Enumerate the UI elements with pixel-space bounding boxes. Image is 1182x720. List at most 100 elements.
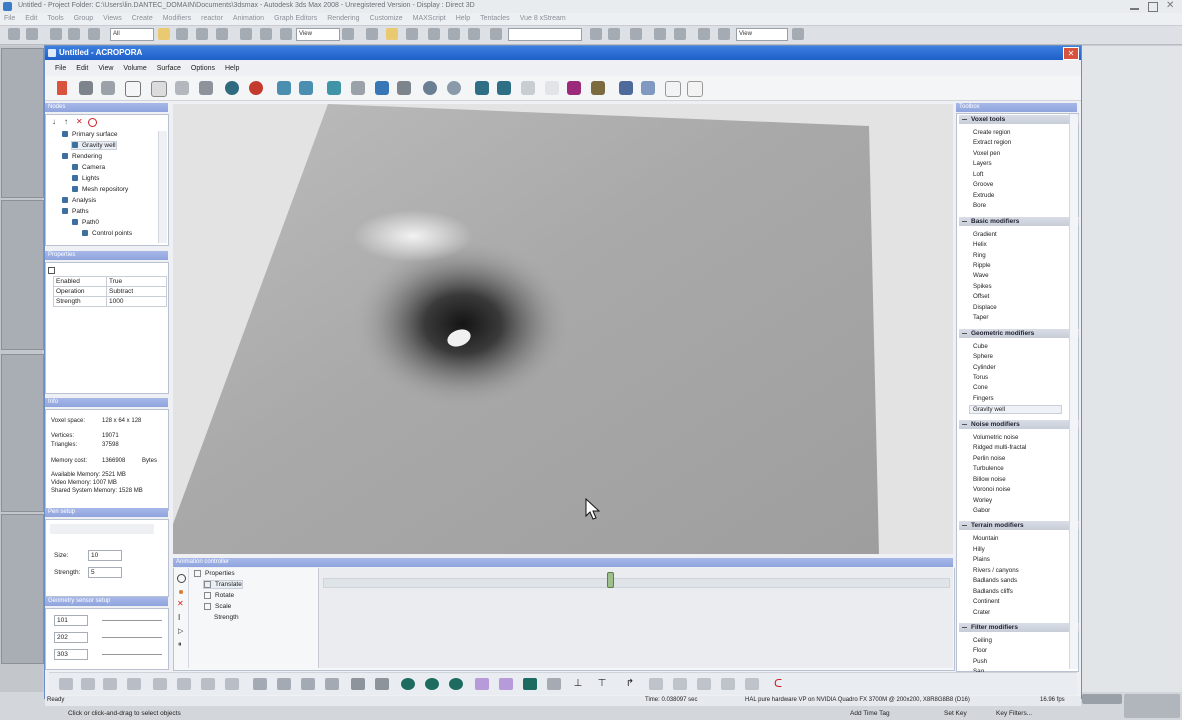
named-selection-dropdown[interactable] — [508, 28, 582, 41]
toolbox-item[interactable]: Cylinder — [973, 364, 996, 371]
toolbox-item[interactable]: Volumetric noise — [973, 434, 1018, 441]
key-filters-button[interactable]: Key Filters... — [996, 710, 1032, 717]
star-tool-2-icon[interactable] — [375, 678, 389, 690]
deform-tool-5-icon[interactable] — [153, 678, 167, 690]
toolbox-section-header[interactable]: Terrain modifiers — [959, 521, 1079, 531]
light-add-icon[interactable] — [423, 81, 437, 95]
render-type-dropdown[interactable]: View — [736, 28, 788, 41]
toolbox-item[interactable]: Continent — [973, 598, 1000, 605]
deform-tool-1-icon[interactable] — [59, 678, 73, 690]
spinner-snap-icon[interactable] — [448, 28, 460, 40]
sensor-value-1[interactable]: 101 — [54, 615, 88, 626]
toolbox-item[interactable]: Voronoi noise — [973, 486, 1011, 493]
selection-filter-dropdown[interactable]: All — [110, 28, 154, 41]
prop-row-enabled[interactable]: Enabled True — [53, 276, 167, 287]
tree-node[interactable]: Rendering — [62, 153, 102, 160]
toolbox-item[interactable]: Crater — [973, 609, 990, 616]
deform-tool-3-icon[interactable] — [103, 678, 117, 690]
edit-named-sets-icon[interactable] — [468, 28, 480, 40]
tree-node[interactable]: Camera — [72, 164, 105, 171]
select-by-name-icon[interactable] — [176, 28, 188, 40]
toolbox-item[interactable]: Extrude — [973, 192, 994, 199]
move-icon[interactable] — [240, 28, 252, 40]
menu-options[interactable]: Options — [191, 63, 215, 75]
tree-node[interactable]: Primary surface — [62, 131, 118, 138]
anchor-down-icon[interactable]: ⊥ — [571, 678, 585, 690]
host-menu-rendering[interactable]: Rendering — [327, 13, 359, 25]
toolbox-item[interactable]: Groove — [973, 181, 993, 188]
cube-wire-icon[interactable] — [125, 81, 141, 97]
timeline-playhead[interactable] — [607, 572, 614, 588]
expand-icon[interactable] — [204, 592, 211, 599]
toolbox-scrollbar[interactable] — [1069, 114, 1078, 669]
link-icon[interactable] — [50, 28, 62, 40]
sensor-value-2[interactable]: 202 — [54, 632, 88, 643]
mesh-solid-icon[interactable] — [199, 81, 213, 95]
material-editor-icon[interactable] — [698, 28, 710, 40]
mesh-tool-1-icon[interactable] — [475, 678, 489, 690]
toolbox-item[interactable]: Push — [973, 658, 987, 665]
star-tool-1-icon[interactable] — [351, 678, 365, 690]
toolbox-item[interactable]: Spikes — [973, 283, 992, 290]
delete-key-icon[interactable]: ✕ — [177, 600, 184, 608]
host-menu-maxscript[interactable]: MAXScript — [413, 13, 446, 25]
tree-node[interactable]: Lights — [72, 175, 99, 182]
prop-row-operation[interactable]: Operation Subtract — [53, 286, 167, 297]
axis-tool-4-icon[interactable] — [325, 678, 339, 690]
tree-node[interactable]: Paths — [62, 208, 89, 215]
pointer-tool-icon[interactable] — [57, 81, 67, 95]
toolbox-section-header[interactable]: Voxel tools — [959, 115, 1079, 124]
toolbox-item[interactable]: Worley — [973, 497, 992, 504]
animation-timeline[interactable] — [318, 568, 953, 668]
snap-icon[interactable] — [386, 28, 398, 40]
texture-icon[interactable] — [521, 81, 535, 95]
toolbox-section-header[interactable]: Filter modifiers — [959, 623, 1079, 632]
bind-icon[interactable] — [88, 28, 100, 40]
animation-tree-node[interactable]: Translate — [203, 579, 243, 590]
curve-editor-icon[interactable] — [654, 28, 666, 40]
collapse-icon[interactable] — [962, 525, 967, 527]
mesh-dense-icon[interactable] — [175, 81, 189, 95]
toolbox-item[interactable]: Create region — [973, 129, 1011, 136]
toolbox-item[interactable]: Gravity well — [969, 405, 1062, 415]
viewport-nav-controls[interactable] — [1124, 694, 1180, 718]
toolbox-item[interactable]: Helix — [973, 241, 987, 248]
toolbox-item[interactable]: Taper — [973, 314, 988, 321]
cut-icon[interactable] — [397, 81, 411, 95]
shape-tool-2-icon[interactable] — [425, 678, 439, 690]
set-key-button[interactable]: Set Key — [944, 710, 967, 717]
toolbox-item[interactable]: Gabor — [973, 507, 990, 514]
move-up-icon[interactable]: ↑ — [64, 118, 70, 126]
camera-add-icon[interactable] — [475, 81, 489, 95]
schematic-view-icon[interactable] — [674, 28, 686, 40]
text-cursor-icon[interactable]: I — [178, 614, 180, 622]
tree-node[interactable]: Path0 — [72, 219, 99, 226]
host-maximize-button[interactable] — [1148, 2, 1158, 12]
playback-controls[interactable] — [1082, 694, 1122, 704]
host-viewport-top[interactable] — [1, 48, 44, 198]
mesh-tool-2-icon[interactable] — [499, 678, 513, 690]
delete-node-icon[interactable]: ✕ — [76, 118, 84, 126]
align-icon[interactable] — [608, 28, 620, 40]
expand-icon[interactable] — [194, 570, 201, 577]
toolbox-item[interactable]: Bore — [973, 202, 986, 209]
toolbox-item[interactable]: Hilly — [973, 546, 985, 553]
graph-icon[interactable] — [665, 81, 681, 97]
toolbox-section-header[interactable]: Basic modifiers — [959, 216, 1079, 226]
sensor-slider-2[interactable] — [102, 637, 162, 638]
paint-icon[interactable] — [591, 81, 605, 95]
toolbox-section-header[interactable]: Noise modifiers — [959, 419, 1079, 429]
toolbox-item[interactable]: Wave — [973, 272, 989, 279]
sensor-slider-1[interactable] — [102, 620, 162, 621]
menu-edit[interactable]: Edit — [76, 63, 88, 75]
toolbox-section-header[interactable]: Geometric modifiers — [959, 328, 1079, 338]
select-manipulate-icon[interactable] — [366, 28, 378, 40]
toolbox-item[interactable]: Billow noise — [973, 476, 1006, 483]
host-menu-customize[interactable]: Customize — [370, 13, 403, 25]
light-point-icon[interactable] — [447, 81, 461, 95]
path-tool-4-icon[interactable] — [721, 678, 735, 690]
cube-shaded-icon[interactable] — [101, 81, 115, 95]
host-minimize-button[interactable] — [1130, 8, 1139, 10]
select-object-icon[interactable] — [158, 28, 170, 40]
path-tool-2-icon[interactable] — [673, 678, 687, 690]
